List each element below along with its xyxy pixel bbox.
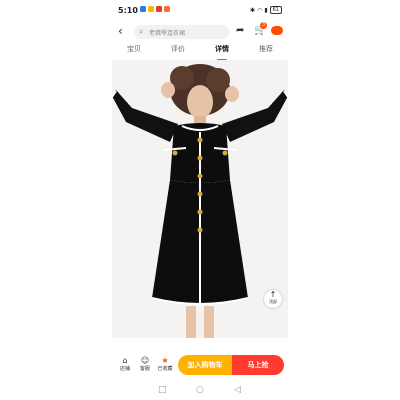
system-nav-bar: □ ○ ◁ — [112, 382, 288, 400]
notification-app-icon — [164, 6, 170, 12]
wifi-icon: ◠ — [257, 6, 263, 14]
tab-baobei[interactable]: 宝贝 — [127, 44, 141, 58]
arrow-up-icon: ↑ — [269, 290, 277, 299]
bluetooth-icon: ✱ — [250, 6, 256, 14]
notification-app-icon — [140, 6, 146, 12]
signal-icon: ▮ — [264, 6, 268, 14]
tab-recommend[interactable]: 推荐 — [259, 44, 273, 58]
customer-service-label: 客服 — [139, 366, 150, 372]
favorite-button[interactable]: ★ 已收藏 — [154, 356, 176, 373]
search-box[interactable]: ⌕ 老佛爷连衣裙 — [134, 25, 229, 39]
shop-button[interactable]: ⌂ 店铺 — [114, 356, 136, 373]
shop-icon: ⌂ — [122, 356, 128, 365]
cart-badge: 3 — [260, 22, 268, 29]
message-icon[interactable] — [271, 26, 283, 35]
bottom-action-bar: ⌂ 店铺 ☺ 客服 ★ 已收藏 加入购物车 马上抢 — [112, 352, 288, 378]
chat-icon: ☺ — [140, 356, 150, 365]
status-bar: 5:10 ✱ ◠ ▮ 61 — [112, 0, 288, 22]
star-icon: ★ — [161, 356, 169, 365]
top-nav-bar: ‹ ⌕ 老佛爷连衣裙 ➦ 🛒 3 — [112, 22, 288, 42]
recents-icon[interactable]: □ — [158, 385, 167, 395]
back-icon[interactable]: ◁ — [234, 385, 241, 395]
buy-now-button[interactable]: 马上抢 — [232, 355, 284, 375]
tab-details[interactable]: 详情 — [215, 44, 229, 61]
add-to-cart-button[interactable]: 加入购物车 — [178, 355, 232, 375]
search-placeholder: 老佛爷连衣裙 — [149, 30, 186, 37]
search-icon: ⌕ — [139, 27, 144, 36]
battery-icon: 61 — [269, 6, 282, 14]
home-icon[interactable]: ○ — [196, 385, 204, 395]
status-indicators: ✱ ◠ ▮ 61 — [250, 6, 282, 14]
phone-screen: 5:10 ✱ ◠ ▮ 61 ‹ ⌕ 老佛爷连衣裙 ➦ 🛒 3 宝贝 评价 详情 推… — [112, 0, 288, 400]
product-image[interactable] — [112, 60, 288, 338]
favorite-label: 已收藏 — [157, 366, 173, 372]
cart-icon[interactable]: 🛒 3 — [254, 22, 268, 36]
notification-app-icon — [156, 6, 162, 12]
notification-app-icon — [148, 6, 154, 12]
dress-model-illustration — [112, 64, 288, 338]
share-icon[interactable]: ➦ — [236, 25, 244, 36]
status-time: 5:10 — [118, 6, 138, 15]
section-tabs: 宝贝 评价 详情 推荐 — [112, 44, 288, 61]
back-to-top-button[interactable]: ↑ 顶部 — [264, 290, 282, 308]
tab-reviews[interactable]: 评价 — [171, 44, 185, 58]
back-arrow-icon[interactable]: ‹ — [118, 25, 123, 37]
shop-label: 店铺 — [119, 366, 130, 372]
notification-icons — [140, 6, 170, 12]
customer-service-button[interactable]: ☺ 客服 — [134, 356, 156, 373]
back-to-top-label: 顶部 — [269, 299, 277, 304]
